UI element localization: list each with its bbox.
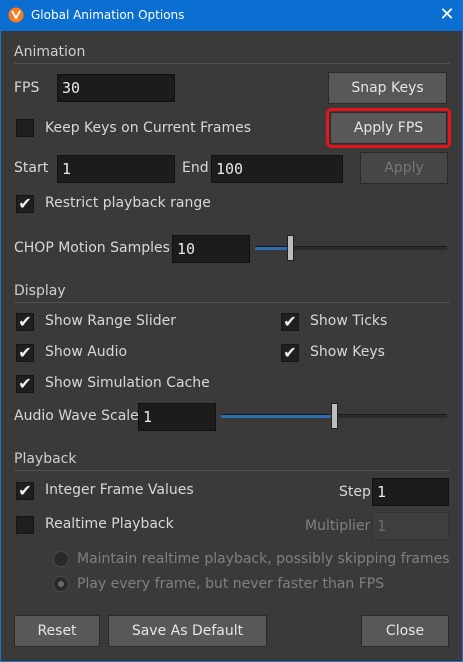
restrict-range-checkbox[interactable]: ✔: [16, 195, 34, 213]
show-keys-label: Show Keys: [310, 344, 385, 360]
apply-range-button[interactable]: Apply: [360, 152, 448, 184]
start-label: Start: [14, 160, 49, 176]
chop-motion-slider-handle[interactable]: [287, 235, 294, 261]
realtime-playback-label: Realtime Playback: [45, 516, 174, 532]
check-icon: ✔: [283, 312, 297, 331]
restrict-range-label: Restrict playback range: [45, 195, 211, 211]
multiplier-field[interactable]: 1: [372, 512, 449, 540]
close-icon[interactable]: ✕: [436, 4, 458, 26]
keep-keys-checkbox[interactable]: [16, 119, 34, 137]
audio-wave-slider-handle[interactable]: [331, 403, 338, 429]
playback-section-title: Playback: [14, 451, 77, 467]
check-icon: ✔: [18, 194, 32, 213]
display-separator: [14, 302, 450, 303]
check-icon: ✔: [18, 481, 32, 500]
skip-frames-radio-label: Maintain realtime playback, possibly ski…: [77, 551, 450, 567]
show-ticks-label: Show Ticks: [310, 313, 388, 329]
skip-frames-radio[interactable]: [53, 551, 69, 567]
check-icon: ✔: [283, 343, 297, 362]
fps-label: FPS: [14, 80, 40, 96]
check-icon: ✔: [18, 374, 32, 393]
multiplier-label: Multiplier: [305, 518, 371, 534]
integer-frames-checkbox[interactable]: ✔: [16, 482, 34, 500]
fps-field[interactable]: 30: [57, 74, 175, 102]
radio-selected-dot: [58, 581, 64, 587]
animation-separator: [14, 63, 450, 64]
show-sim-cache-label: Show Simulation Cache: [45, 375, 210, 391]
start-field[interactable]: 1: [57, 155, 175, 183]
step-field[interactable]: 1: [372, 478, 449, 506]
keep-keys-label: Keep Keys on Current Frames: [45, 120, 252, 136]
houdini-app-icon: [8, 7, 24, 23]
show-audio-label: Show Audio: [45, 344, 128, 360]
audio-wave-slider-fill: [221, 415, 334, 418]
show-audio-checkbox[interactable]: ✔: [16, 344, 34, 362]
end-label: End: [182, 160, 209, 176]
every-frame-radio[interactable]: [53, 576, 69, 592]
integer-frames-label: Integer Frame Values: [45, 482, 194, 498]
every-frame-radio-label: Play every frame, but never faster than …: [77, 576, 385, 592]
show-keys-checkbox[interactable]: ✔: [281, 344, 299, 362]
chop-motion-label: CHOP Motion Samples: [14, 240, 170, 256]
step-label: Step: [339, 484, 371, 500]
show-range-slider-checkbox[interactable]: ✔: [16, 313, 34, 331]
check-icon: ✔: [18, 312, 32, 331]
playback-separator: [14, 470, 450, 471]
chop-motion-field[interactable]: 10: [172, 235, 250, 263]
check-icon: ✔: [18, 343, 32, 362]
audio-wave-scale-field[interactable]: 1: [138, 403, 216, 431]
end-field[interactable]: 100: [211, 155, 343, 183]
save-as-default-button[interactable]: Save As Default: [108, 615, 267, 647]
show-ticks-checkbox[interactable]: ✔: [281, 313, 299, 331]
chop-motion-slider-fill: [255, 247, 290, 250]
animation-section-title: Animation: [14, 44, 86, 60]
apply-fps-button[interactable]: Apply FPS: [326, 108, 451, 148]
display-section-title: Display: [14, 283, 66, 299]
audio-wave-scale-label: Audio Wave Scale: [14, 408, 139, 424]
reset-button[interactable]: Reset: [14, 615, 100, 647]
chop-motion-slider-track[interactable]: [255, 246, 447, 250]
show-range-slider-label: Show Range Slider: [45, 313, 176, 329]
realtime-playback-checkbox[interactable]: [16, 516, 34, 534]
show-sim-cache-checkbox[interactable]: ✔: [16, 375, 34, 393]
window-title: Global Animation Options: [31, 8, 185, 22]
snap-keys-button[interactable]: Snap Keys: [328, 72, 447, 104]
close-button[interactable]: Close: [361, 615, 449, 647]
